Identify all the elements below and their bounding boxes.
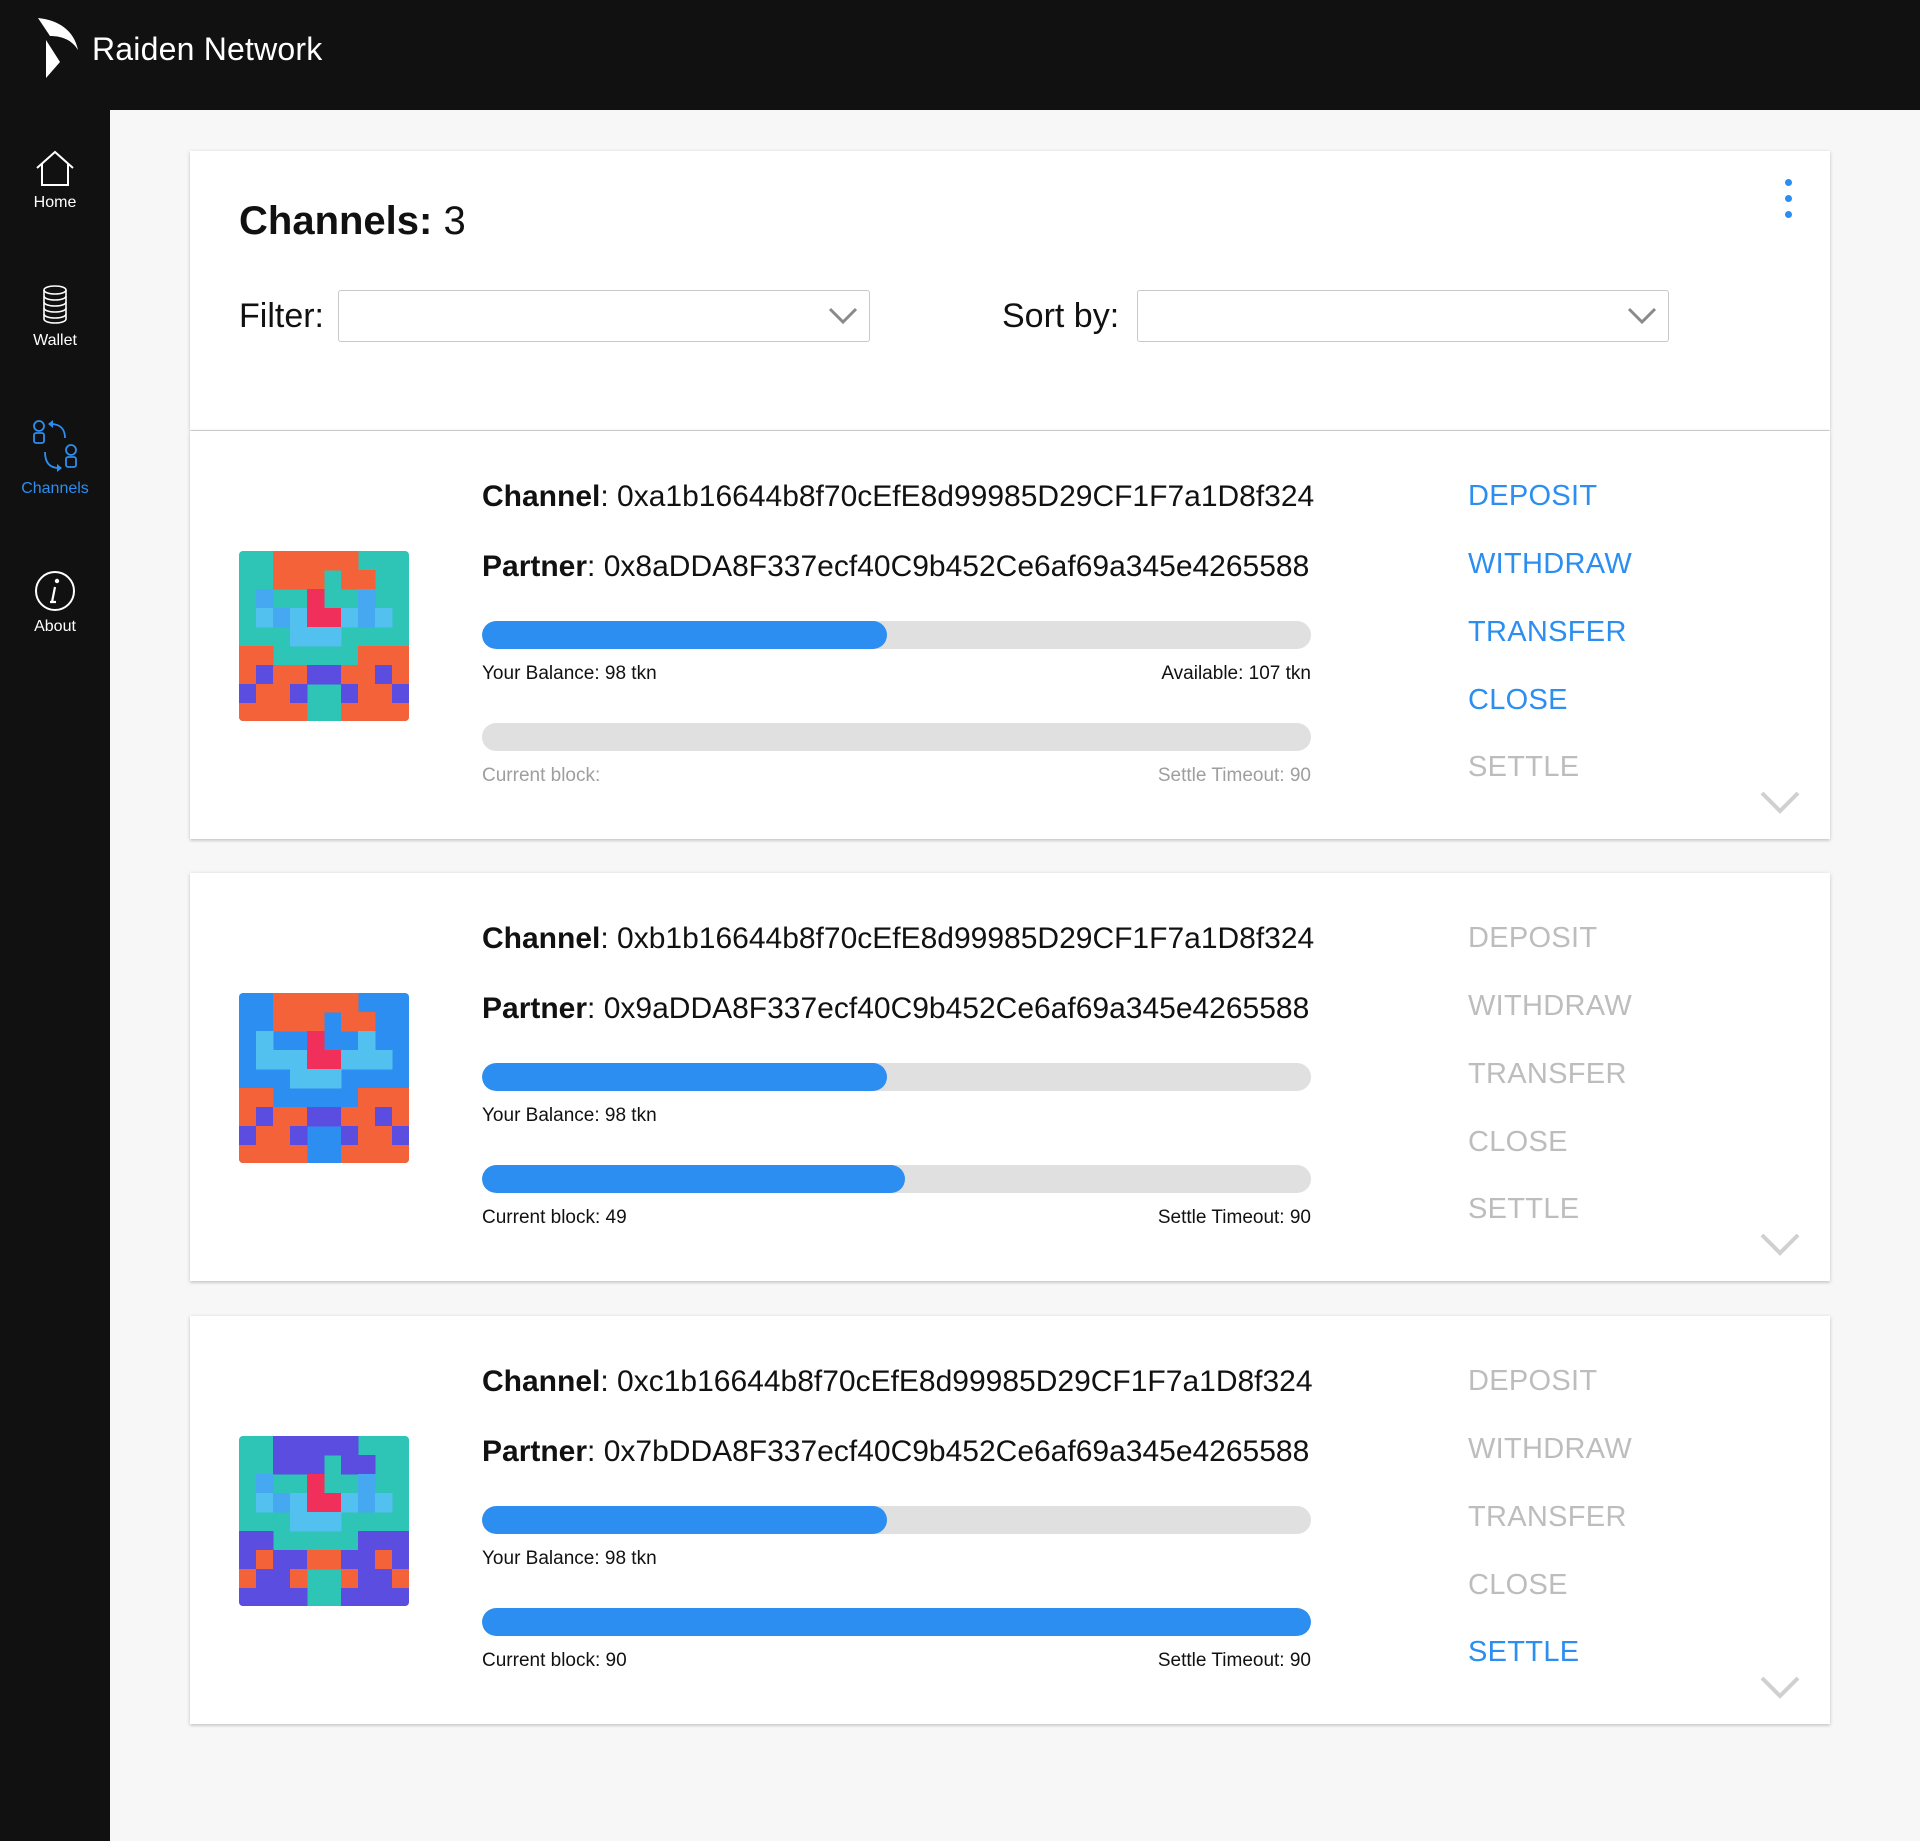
channels-count-label: Channels: xyxy=(239,199,433,243)
balance-progress-bar xyxy=(482,1063,1311,1091)
expand-chevron-icon[interactable] xyxy=(1758,787,1802,817)
raiden-logo-icon xyxy=(38,18,78,78)
sidebar-item-label: Channels xyxy=(21,480,89,497)
settle-timeout-text: Settle Timeout: 90 xyxy=(1157,765,1311,786)
page-title: Channels: 3 xyxy=(239,199,466,244)
balance-progress-fill xyxy=(482,1063,887,1091)
transfer-button[interactable]: TRANSFER xyxy=(1468,616,1627,649)
block-progress-fill xyxy=(482,1165,905,1193)
current-block-text: Current block: 90 xyxy=(482,1650,627,1671)
partner-label: Partner xyxy=(482,550,588,583)
withdraw-button[interactable]: WITHDRAW xyxy=(1468,548,1632,581)
identicon-graphic xyxy=(239,1436,409,1606)
close-button[interactable]: CLOSE xyxy=(1468,684,1568,717)
balance-progress-fill xyxy=(482,621,887,649)
partner-address: 0x7bDDA8F337ecf40C9b452Ce6af69a345e42655… xyxy=(603,1435,1310,1468)
partner-label: Partner xyxy=(482,992,588,1025)
identicon-graphic xyxy=(239,551,409,721)
sidebar-item-wallet[interactable]: Wallet xyxy=(0,284,110,350)
partner-avatar xyxy=(239,551,409,721)
settle-timeout-text: Settle Timeout: 90 xyxy=(1157,1207,1311,1228)
home-icon xyxy=(36,150,74,186)
balance-progress-fill xyxy=(482,1506,887,1534)
channel-label: Channel xyxy=(482,922,601,955)
partner-avatar xyxy=(239,1436,409,1606)
partner-address-line: Partner: 0x8aDDA8F337ecf40C9b452Ce6af69a… xyxy=(482,550,1310,583)
channel-address-line: Channel: 0xc1b16644b8f70cEfE8d99985D29CF… xyxy=(482,1365,1313,1398)
sort-select[interactable] xyxy=(1137,290,1669,342)
block-progress-bar xyxy=(482,723,1311,751)
block-progress-bar xyxy=(482,1165,1311,1193)
balance-progress-bar xyxy=(482,621,1311,649)
channel-address-line: Channel: 0xa1b16644b8f70cEfE8d99985D29CF… xyxy=(482,480,1315,513)
chevron-down-icon xyxy=(1627,307,1657,325)
sidebar-item-about[interactable]: About xyxy=(0,570,110,636)
more-options-icon[interactable] xyxy=(1778,179,1798,227)
channel-card-3: Channel: 0xc1b16644b8f70cEfE8d99985D29CF… xyxy=(190,1316,1830,1724)
coins-icon xyxy=(43,285,67,324)
expand-chevron-icon[interactable] xyxy=(1758,1672,1802,1702)
withdraw-button[interactable]: WITHDRAW xyxy=(1468,990,1632,1023)
channel-address: 0xa1b16644b8f70cEfE8d99985D29CF1F7a1D8f3… xyxy=(617,480,1315,513)
withdraw-button[interactable]: WITHDRAW xyxy=(1468,1433,1632,1466)
current-block-text: Current block: xyxy=(482,765,601,786)
current-block-text: Current block: 49 xyxy=(482,1207,627,1228)
partner-address-line: Partner: 0x7bDDA8F337ecf40C9b452Ce6af69a… xyxy=(482,1435,1310,1468)
transfer-button[interactable]: TRANSFER xyxy=(1468,1501,1627,1534)
sidebar-item-channels[interactable]: Channels xyxy=(0,418,110,498)
transfer-button[interactable]: TRANSFER xyxy=(1468,1058,1627,1091)
settle-button[interactable]: SETTLE xyxy=(1468,751,1579,784)
filter-label: Filter: xyxy=(239,297,324,335)
main-content: Channels: 3 Filter: Sort by: Channel: 0x… xyxy=(110,110,1920,1841)
sort-label: Sort by: xyxy=(1002,297,1120,335)
partner-address: 0x8aDDA8F337ecf40C9b452Ce6af69a345e42655… xyxy=(603,550,1310,583)
channel-address: 0xc1b16644b8f70cEfE8d99985D29CF1F7a1D8f3… xyxy=(617,1365,1313,1398)
channel-label: Channel xyxy=(482,480,601,513)
settle-button[interactable]: SETTLE xyxy=(1468,1636,1579,1669)
expand-chevron-icon[interactable] xyxy=(1758,1229,1802,1259)
partner-label: Partner xyxy=(482,1435,588,1468)
deposit-button[interactable]: DEPOSIT xyxy=(1468,1365,1597,1398)
deposit-button[interactable]: DEPOSIT xyxy=(1468,922,1597,955)
channels-count-value: 3 xyxy=(443,199,466,243)
partner-avatar xyxy=(239,993,409,1163)
chevron-down-icon xyxy=(828,307,858,325)
block-progress-bar xyxy=(482,1608,1311,1636)
your-balance-text: Your Balance: 98 tkn xyxy=(482,1105,657,1126)
channels-icon xyxy=(33,420,77,472)
partner-address-line: Partner: 0x9aDDA8F337ecf40C9b452Ce6af69a… xyxy=(482,992,1310,1025)
sidebar-item-label: About xyxy=(34,618,76,635)
balance-progress-bar xyxy=(482,1506,1311,1534)
close-button[interactable]: CLOSE xyxy=(1468,1569,1568,1602)
app-title: Raiden Network xyxy=(92,31,323,67)
partner-address: 0x9aDDA8F337ecf40C9b452Ce6af69a345e42655… xyxy=(603,992,1310,1025)
sidebar: Home Wallet Channels About xyxy=(0,110,110,1841)
settle-timeout-text: Settle Timeout: 90 xyxy=(1157,1650,1311,1671)
channel-card-2: Channel: 0xb1b16644b8f70cEfE8d99985D29CF… xyxy=(190,873,1830,1281)
deposit-button[interactable]: DEPOSIT xyxy=(1468,480,1597,513)
your-balance-text: Your Balance: 98 tkn xyxy=(482,663,657,684)
channel-card-1: Channel: 0xa1b16644b8f70cEfE8d99985D29CF… xyxy=(190,431,1830,839)
close-button[interactable]: CLOSE xyxy=(1468,1126,1568,1159)
info-icon xyxy=(35,571,75,611)
available-text: Available: 107 tkn xyxy=(1161,663,1311,684)
sidebar-item-label: Home xyxy=(33,194,77,211)
filter-select[interactable] xyxy=(338,290,870,342)
settle-button[interactable]: SETTLE xyxy=(1468,1193,1579,1226)
channels-header-card: Channels: 3 Filter: Sort by: xyxy=(190,151,1830,430)
sidebar-item-home[interactable]: Home xyxy=(0,148,110,212)
channel-address-line: Channel: 0xb1b16644b8f70cEfE8d99985D29CF… xyxy=(482,922,1315,955)
your-balance-text: Your Balance: 98 tkn xyxy=(482,1548,657,1569)
identicon-graphic xyxy=(239,993,409,1163)
sidebar-item-label: Wallet xyxy=(33,332,77,349)
block-progress-fill xyxy=(482,1608,1311,1636)
channel-address: 0xb1b16644b8f70cEfE8d99985D29CF1F7a1D8f3… xyxy=(617,922,1315,955)
top-bar: Raiden Network xyxy=(0,0,1920,110)
channel-label: Channel xyxy=(482,1365,601,1398)
